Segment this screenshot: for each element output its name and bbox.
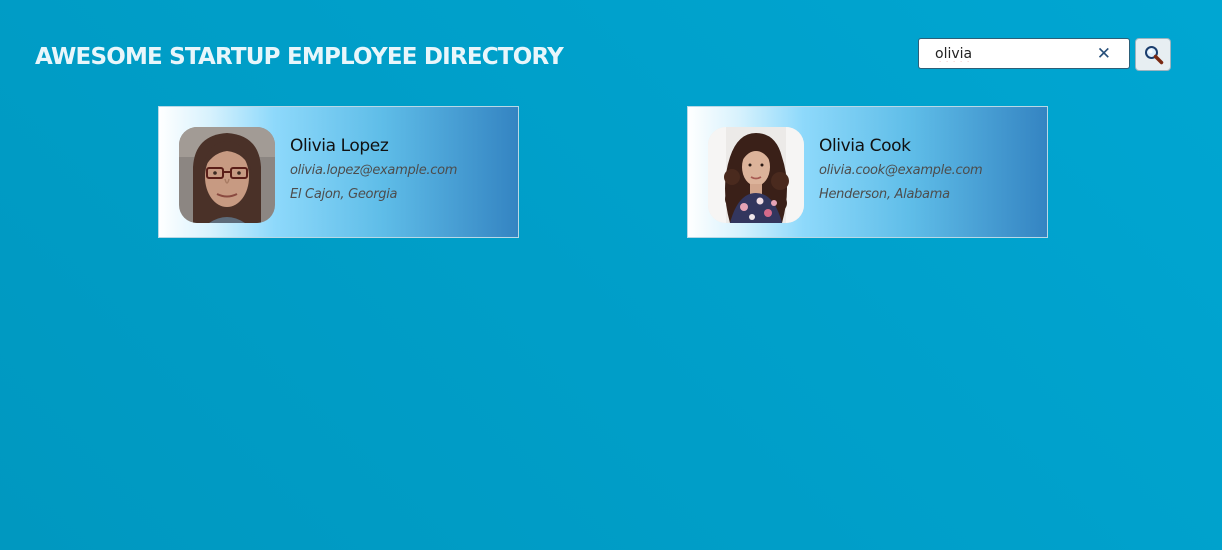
employee-name[interactable]: Olivia Lopez xyxy=(290,135,457,157)
page-title: AWESOME STARTUP EMPLOYEE DIRECTORY xyxy=(35,44,564,70)
page-header: AWESOME STARTUP EMPLOYEE DIRECTORY ✕ xyxy=(0,0,1222,100)
search-box[interactable]: ✕ xyxy=(918,38,1130,69)
employee-email: olivia.cook@example.com xyxy=(819,163,983,178)
employee-info: Olivia Lopez olivia.lopez@example.com El… xyxy=(290,135,457,204)
employee-name[interactable]: Olivia Cook xyxy=(819,135,982,157)
employee-location: Henderson, Alabama xyxy=(819,187,950,202)
search-input[interactable] xyxy=(935,44,1095,64)
employee-card[interactable]: Olivia Lopez olivia.lopez@example.com El… xyxy=(158,106,519,238)
close-icon[interactable]: ✕ xyxy=(1097,43,1111,65)
avatar xyxy=(179,127,275,223)
search-button[interactable] xyxy=(1135,38,1171,71)
avatar xyxy=(708,127,804,223)
magnifier-icon xyxy=(1145,46,1164,65)
search-form: ✕ xyxy=(918,38,1172,72)
employee-card[interactable]: Olivia Cook olivia.cook@example.com Hend… xyxy=(687,106,1048,238)
employee-location: El Cajon, Georgia xyxy=(290,187,398,202)
employee-email: olivia.lopez@example.com xyxy=(290,163,458,178)
employee-info: Olivia Cook olivia.cook@example.com Hend… xyxy=(819,135,983,204)
